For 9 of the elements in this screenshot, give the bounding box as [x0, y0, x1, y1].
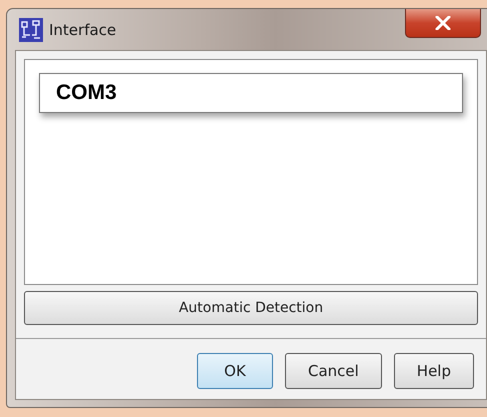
automatic-detection-button[interactable]: Automatic Detection — [24, 291, 478, 325]
circuit-icon — [19, 18, 43, 42]
port-item[interactable]: COM3 — [39, 73, 463, 113]
window-title: Interface — [49, 20, 116, 38]
close-button[interactable] — [405, 9, 481, 38]
dialog-button[interactable]: Help — [394, 353, 474, 389]
dialog-button[interactable]: Cancel — [284, 353, 382, 389]
close-icon — [435, 16, 451, 30]
dialog-button[interactable]: OK — [196, 353, 273, 389]
